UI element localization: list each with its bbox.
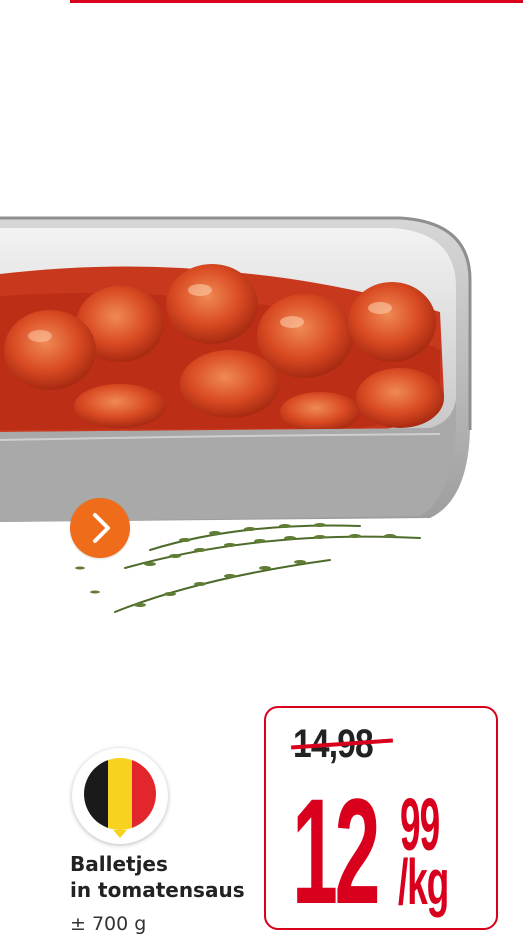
product-name-line1: Balletjes [70, 852, 168, 876]
price-unit: /kg [398, 846, 449, 918]
product-name-line2: in tomatensaus [70, 878, 245, 902]
price-box: 14,98 12 99 /kg [264, 706, 498, 930]
product-weight: ± 700 g [70, 913, 147, 935]
product-name: Balletjes in tomatensaus [70, 851, 245, 903]
top-divider [70, 0, 523, 3]
price-main: 12 [292, 767, 380, 935]
belgium-flag-icon [84, 758, 156, 838]
product-image [0, 216, 472, 613]
chevron-right-icon [93, 513, 110, 543]
origin-badge [72, 748, 168, 844]
next-button[interactable] [70, 498, 130, 558]
